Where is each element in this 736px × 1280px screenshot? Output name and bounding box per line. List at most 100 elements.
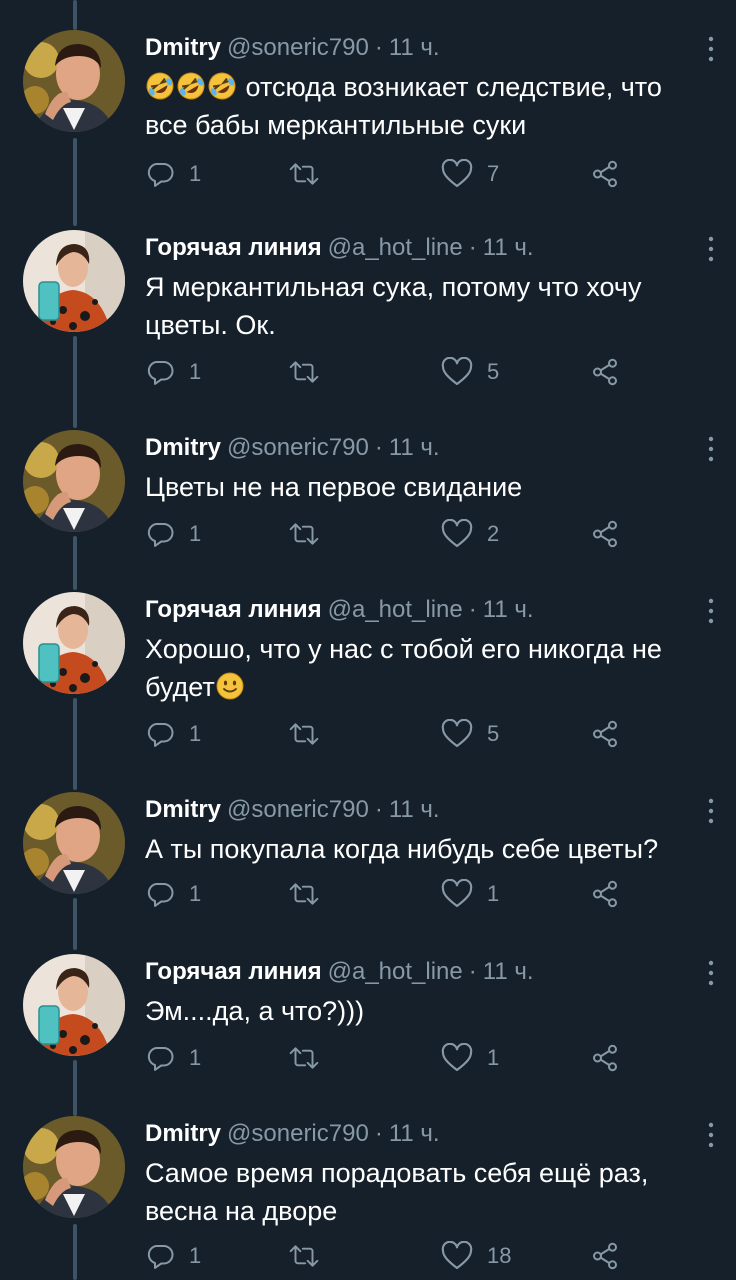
share-icon	[593, 720, 617, 748]
like-button[interactable]: 2	[441, 516, 499, 552]
more-options-icon[interactable]	[702, 796, 720, 826]
retweet-button[interactable]	[287, 156, 335, 192]
timestamp[interactable]: 11 ч.	[389, 796, 440, 823]
avatar-dmitry[interactable]	[23, 792, 125, 894]
like-button[interactable]: 5	[441, 716, 499, 752]
tweet-header: Горячая линия @a_hot_line · 11 ч.	[145, 592, 705, 628]
more-options-icon[interactable]	[702, 958, 720, 988]
author-handle[interactable]: @soneric790	[227, 796, 369, 823]
retweet-button[interactable]	[287, 516, 335, 552]
timestamp[interactable]: 11 ч.	[389, 34, 440, 61]
avatar-dmitry[interactable]	[23, 1116, 125, 1218]
more-options-icon[interactable]	[702, 234, 720, 264]
more-options-icon[interactable]	[702, 596, 720, 626]
share-button[interactable]	[590, 354, 620, 390]
rolling-on-floor-laughing-icon	[177, 72, 205, 100]
rolling-on-floor-laughing-icon	[146, 72, 174, 100]
like-button[interactable]: 1	[441, 1040, 499, 1076]
author-name[interactable]: Dmitry	[145, 434, 221, 461]
avatar-hot-line[interactable]	[23, 954, 125, 1056]
avatar-photo-icon	[23, 230, 125, 332]
reply-icon	[147, 361, 174, 385]
more-options-icon[interactable]	[702, 34, 720, 64]
avatar-dmitry[interactable]	[23, 30, 125, 132]
author-handle[interactable]: @a_hot_line	[328, 958, 463, 985]
author-name[interactable]: Горячая линия	[145, 596, 322, 623]
thread-line	[73, 0, 77, 30]
retweet-button[interactable]	[287, 876, 335, 912]
tweet-actions: 1 5	[145, 354, 645, 390]
author-name[interactable]: Dmitry	[145, 796, 221, 823]
share-button[interactable]	[590, 1238, 620, 1274]
timestamp[interactable]: 11 ч.	[483, 596, 534, 623]
reply-button[interactable]: 1	[145, 354, 201, 390]
avatar-dmitry[interactable]	[23, 430, 125, 532]
retweet-icon	[289, 361, 319, 383]
thread-line	[73, 138, 77, 226]
author-name[interactable]: Горячая линия	[145, 958, 322, 985]
tweet-header: Dmitry @soneric790 · 11 ч.	[145, 430, 705, 466]
reply-button[interactable]: 1	[145, 1238, 201, 1274]
tweet-header: Горячая линия @a_hot_line · 11 ч.	[145, 954, 705, 990]
author-name[interactable]: Dmitry	[145, 1120, 221, 1147]
timestamp[interactable]: 11 ч.	[483, 958, 534, 985]
timestamp[interactable]: 11 ч.	[389, 1120, 440, 1147]
avatar-photo-icon	[23, 792, 125, 894]
dot-separator: ·	[468, 958, 477, 985]
retweet-button[interactable]	[287, 354, 335, 390]
tweet-text: Я меркантильная сука, потому что хочу цв…	[145, 272, 642, 340]
tweet-actions: 1 2	[145, 516, 645, 552]
tweet-header: Горячая линия @a_hot_line · 11 ч.	[145, 230, 705, 266]
retweet-button[interactable]	[287, 716, 335, 752]
retweet-button[interactable]	[287, 1040, 335, 1076]
reply-button[interactable]: 1	[145, 716, 201, 752]
more-options-icon[interactable]	[702, 1120, 720, 1150]
reply-icon	[147, 163, 174, 187]
author-handle[interactable]: @soneric790	[227, 34, 369, 61]
dot-separator: ·	[374, 796, 383, 823]
timestamp[interactable]: 11 ч.	[389, 434, 440, 461]
author-handle[interactable]: @soneric790	[227, 434, 369, 461]
author-name[interactable]: Горячая линия	[145, 234, 322, 261]
heart-icon	[441, 719, 473, 748]
reply-button[interactable]: 1	[145, 1040, 201, 1076]
tweet-text: А ты покупала когда нибудь себе цветы?	[145, 834, 659, 864]
share-button[interactable]	[590, 1040, 620, 1076]
reply-icon	[147, 1047, 174, 1071]
tweet-header: Dmitry @soneric790 · 11 ч.	[145, 1116, 705, 1152]
dot-separator: ·	[374, 34, 383, 61]
reply-count: 1	[189, 1045, 202, 1070]
more-options-icon[interactable]	[702, 434, 720, 464]
retweet-button[interactable]	[287, 1238, 335, 1274]
reply-button[interactable]: 1	[145, 516, 201, 552]
share-button[interactable]	[590, 516, 620, 552]
author-handle[interactable]: @soneric790	[227, 1120, 369, 1147]
share-button[interactable]	[590, 876, 620, 912]
tweet-text: Эм....да, а что?)))	[145, 996, 365, 1026]
like-button[interactable]: 18	[441, 1238, 511, 1274]
like-button[interactable]: 7	[441, 156, 499, 192]
tweet-text: Хорошо, что у нас с тобой его никогда не…	[145, 630, 705, 706]
avatar-hot-line[interactable]	[23, 230, 125, 332]
like-button[interactable]: 5	[441, 354, 499, 390]
author-handle[interactable]: @a_hot_line	[328, 234, 463, 261]
timestamp[interactable]: 11 ч.	[483, 234, 534, 261]
author-handle[interactable]: @a_hot_line	[328, 596, 463, 623]
reply-button[interactable]: 1	[145, 156, 201, 192]
thread-line	[73, 1060, 77, 1116]
slightly-smiling-face-icon	[216, 672, 244, 700]
avatar-photo-icon	[23, 1116, 125, 1218]
reply-icon	[147, 723, 174, 747]
thread-line	[73, 898, 77, 950]
share-button[interactable]	[590, 716, 620, 752]
author-name[interactable]: Dmitry	[145, 34, 221, 61]
thread-line	[73, 336, 77, 428]
like-button[interactable]: 1	[441, 876, 499, 912]
retweet-icon	[289, 163, 319, 185]
tweet-actions: 1 1	[145, 1040, 645, 1076]
share-button[interactable]	[590, 156, 620, 192]
retweet-icon	[289, 1047, 319, 1069]
reply-button[interactable]: 1	[145, 876, 201, 912]
avatar-hot-line[interactable]	[23, 592, 125, 694]
tweet-actions: 1 7	[145, 156, 645, 192]
